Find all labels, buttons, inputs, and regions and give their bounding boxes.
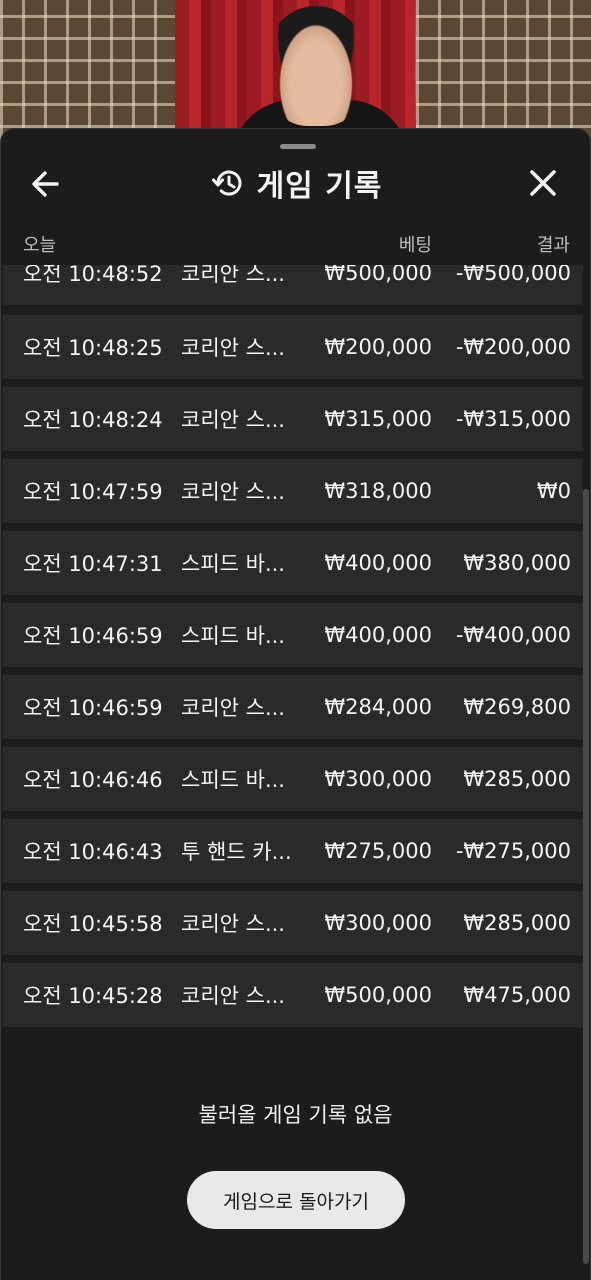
history-row[interactable]: 오전 10:48:52 코리안 스... ₩500,000 -₩500,000 xyxy=(3,265,583,305)
row-bet: ₩318,000 xyxy=(324,479,432,503)
row-result: -₩200,000 xyxy=(455,335,571,359)
row-bet: ₩400,000 xyxy=(324,551,432,575)
row-bet: ₩284,000 xyxy=(324,695,432,719)
game-history-sheet: 게임 기록 오늘 베팅 결과 오전 10:48:52 코리안 스... ₩500… xyxy=(0,128,591,1280)
row-game: 코리안 스... xyxy=(181,265,285,286)
page-title: 게임 기록 xyxy=(256,169,383,204)
row-bet: ₩300,000 xyxy=(324,767,432,791)
row-time: 오전 10:46:43 xyxy=(23,840,163,864)
row-time: 오전 10:46:59 xyxy=(23,624,163,648)
row-result: -₩400,000 xyxy=(455,623,571,647)
row-time: 오전 10:48:52 xyxy=(23,265,163,286)
row-bet: ₩200,000 xyxy=(324,335,432,359)
row-game: 코리안 스... xyxy=(181,480,285,504)
row-time: 오전 10:46:59 xyxy=(23,696,163,720)
row-time: 오전 10:45:28 xyxy=(23,984,163,1008)
row-time: 오전 10:47:59 xyxy=(23,480,163,504)
row-time: 오전 10:46:46 xyxy=(23,768,163,792)
row-game: 코리안 스... xyxy=(181,408,285,432)
row-game: 코리안 스... xyxy=(181,912,285,936)
no-more-history-message: 불러올 게임 기록 없음 xyxy=(198,1103,393,1127)
row-result: ₩475,000 xyxy=(463,983,571,1007)
history-row[interactable]: 오전 10:45:28 코리안 스... ₩500,000 ₩475,000 xyxy=(3,963,583,1027)
column-header-bet: 베팅 xyxy=(398,235,432,256)
row-result: -₩500,000 xyxy=(455,265,571,285)
row-result: ₩380,000 xyxy=(463,551,571,575)
title-group: 게임 기록 xyxy=(1,161,591,205)
row-game: 스피드 바... xyxy=(181,768,285,792)
close-icon xyxy=(530,170,556,196)
column-header-date: 오늘 xyxy=(23,235,57,256)
row-game: 코리안 스... xyxy=(181,984,285,1008)
row-bet: ₩400,000 xyxy=(324,623,432,647)
row-result: ₩0 xyxy=(536,479,571,503)
row-game: 스피드 바... xyxy=(181,624,285,648)
row-game: 코리안 스... xyxy=(181,336,285,360)
history-row[interactable]: 오전 10:46:59 스피드 바... ₩400,000 -₩400,000 xyxy=(3,603,583,667)
row-time: 오전 10:48:25 xyxy=(23,336,163,360)
row-time: 오전 10:47:31 xyxy=(23,552,163,576)
dealer-head xyxy=(268,6,364,126)
row-time: 오전 10:45:58 xyxy=(23,912,163,936)
row-result: -₩275,000 xyxy=(455,839,571,863)
sheet-grabber[interactable] xyxy=(280,144,316,149)
row-bet: ₩315,000 xyxy=(324,407,432,431)
row-result: ₩285,000 xyxy=(463,911,571,935)
row-result: ₩269,800 xyxy=(463,695,571,719)
column-header-result: 결과 xyxy=(536,235,570,256)
history-row[interactable]: 오전 10:47:31 스피드 바... ₩400,000 ₩380,000 xyxy=(3,531,583,595)
row-game: 코리안 스... xyxy=(181,696,285,720)
history-row[interactable]: 오전 10:48:25 코리안 스... ₩200,000 -₩200,000 xyxy=(3,315,583,379)
history-row[interactable]: 오전 10:46:59 코리안 스... ₩284,000 ₩269,800 xyxy=(3,675,583,739)
row-bet: ₩500,000 xyxy=(324,983,432,1007)
row-game: 스피드 바... xyxy=(181,552,285,576)
history-row[interactable]: 오전 10:45:58 코리안 스... ₩300,000 ₩285,000 xyxy=(3,891,583,955)
row-result: ₩285,000 xyxy=(463,767,571,791)
row-bet: ₩500,000 xyxy=(324,265,432,285)
row-bet: ₩275,000 xyxy=(324,839,432,863)
history-row[interactable]: 오전 10:48:24 코리안 스... ₩315,000 -₩315,000 xyxy=(3,387,583,451)
sheet-header: 게임 기록 xyxy=(1,153,591,215)
scrollbar[interactable] xyxy=(583,489,589,1264)
history-icon xyxy=(211,170,241,196)
history-row[interactable]: 오전 10:46:43 투 핸드 카... ₩275,000 -₩275,000 xyxy=(3,819,583,883)
history-list[interactable]: 오전 10:48:52 코리안 스... ₩500,000 -₩500,000 … xyxy=(1,265,591,1035)
history-row[interactable]: 오전 10:47:59 코리안 스... ₩318,000 ₩0 xyxy=(3,459,583,523)
row-result: -₩315,000 xyxy=(455,407,571,431)
column-headers: 오늘 베팅 결과 xyxy=(1,231,591,256)
history-row[interactable]: 오전 10:46:46 스피드 바... ₩300,000 ₩285,000 xyxy=(3,747,583,811)
row-bet: ₩300,000 xyxy=(324,911,432,935)
close-button[interactable] xyxy=(523,165,563,203)
return-to-game-button[interactable]: 게임으로 돌아가기 xyxy=(187,1171,405,1229)
row-game: 투 핸드 카... xyxy=(181,840,292,864)
row-time: 오전 10:48:24 xyxy=(23,408,163,432)
